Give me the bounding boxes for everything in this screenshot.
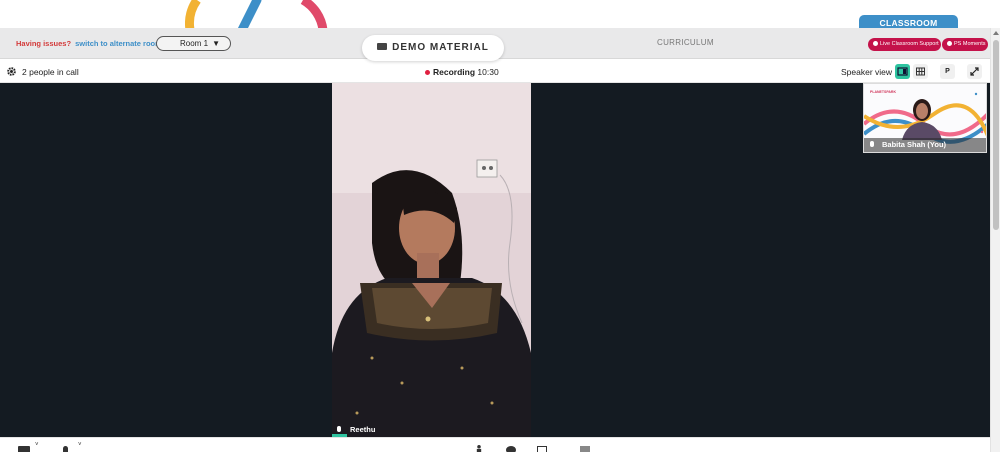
grid-view-icon[interactable]	[913, 64, 928, 79]
whiteboard-icon[interactable]	[580, 446, 590, 452]
pin-button[interactable]: P	[940, 64, 955, 79]
recording-time: 10:30	[477, 67, 499, 77]
scroll-thumb[interactable]	[993, 40, 999, 230]
moments-icon	[947, 40, 952, 46]
folder-icon	[377, 43, 388, 50]
main-participant-name: Reethu	[337, 425, 375, 434]
mic-icon[interactable]	[63, 446, 68, 452]
participant-image	[332, 83, 531, 437]
demo-material-button[interactable]: DEMO MATERIAL	[362, 35, 504, 61]
chevron-down-icon[interactable]: ˅	[78, 442, 82, 448]
self-participant-label: Babita Shah (You)	[882, 140, 947, 149]
classroom-page: CLASSROOM Having issues? switch to alter…	[0, 0, 1000, 452]
share-screen-icon[interactable]	[537, 446, 547, 452]
fullscreen-icon[interactable]	[967, 64, 982, 79]
mic-icon	[870, 141, 874, 147]
ps-moments-label: PS Moments	[954, 41, 986, 47]
support-icon	[873, 40, 878, 46]
live-classroom-support-button[interactable]: Live Classroom Support	[868, 38, 941, 51]
chat-icon[interactable]	[506, 446, 516, 452]
ps-moments-button[interactable]: PS Moments	[942, 38, 988, 51]
page-scrollbar[interactable]	[990, 28, 1000, 452]
main-participant-label: Reethu	[350, 425, 376, 434]
main-participant-video[interactable]: Reethu	[332, 83, 531, 437]
issue-notice: Having issues? switch to alternate room	[16, 39, 162, 48]
view-mode-label: Speaker view	[841, 67, 893, 77]
room-select[interactable]: Room 1 ▼	[156, 36, 231, 51]
self-video-thumbnail[interactable]: PLANETSPARK Babita Shah (You)	[863, 83, 987, 153]
scroll-up-icon[interactable]	[993, 31, 999, 35]
bottom-controls: ˅ ˅	[0, 437, 990, 452]
tab-curriculum[interactable]: CURRICULUM	[657, 38, 714, 47]
mic-icon	[337, 426, 341, 432]
dropdown-caret-icon: ▼	[212, 39, 220, 48]
person-icon[interactable]	[476, 445, 482, 452]
call-header: 2 people in call Recording 10:30 Speaker…	[0, 61, 990, 83]
self-participant-name: Babita Shah (You)	[864, 138, 986, 152]
recording-status: Recording 10:30	[425, 67, 499, 77]
speaker-view-icon[interactable]	[895, 64, 910, 79]
recording-label: Recording	[433, 67, 476, 77]
chevron-down-icon[interactable]: ˅	[35, 442, 39, 448]
recording-dot-icon	[425, 69, 430, 75]
room-select-value: Room 1	[180, 39, 209, 48]
alternate-room-link[interactable]: switch to alternate room	[75, 39, 162, 48]
camera-icon[interactable]	[18, 446, 30, 452]
people-count: 2 people in call	[22, 67, 79, 77]
gear-icon[interactable]	[6, 66, 17, 77]
issue-text: Having issues?	[16, 39, 72, 48]
live-support-label: Live Classroom Support	[880, 41, 939, 47]
self-banner-text: PLANETSPARK	[870, 90, 896, 94]
demo-material-label: DEMO MATERIAL	[392, 42, 489, 53]
video-stage: Reethu PLANETSPARK Babita Shah (You)	[0, 83, 990, 437]
